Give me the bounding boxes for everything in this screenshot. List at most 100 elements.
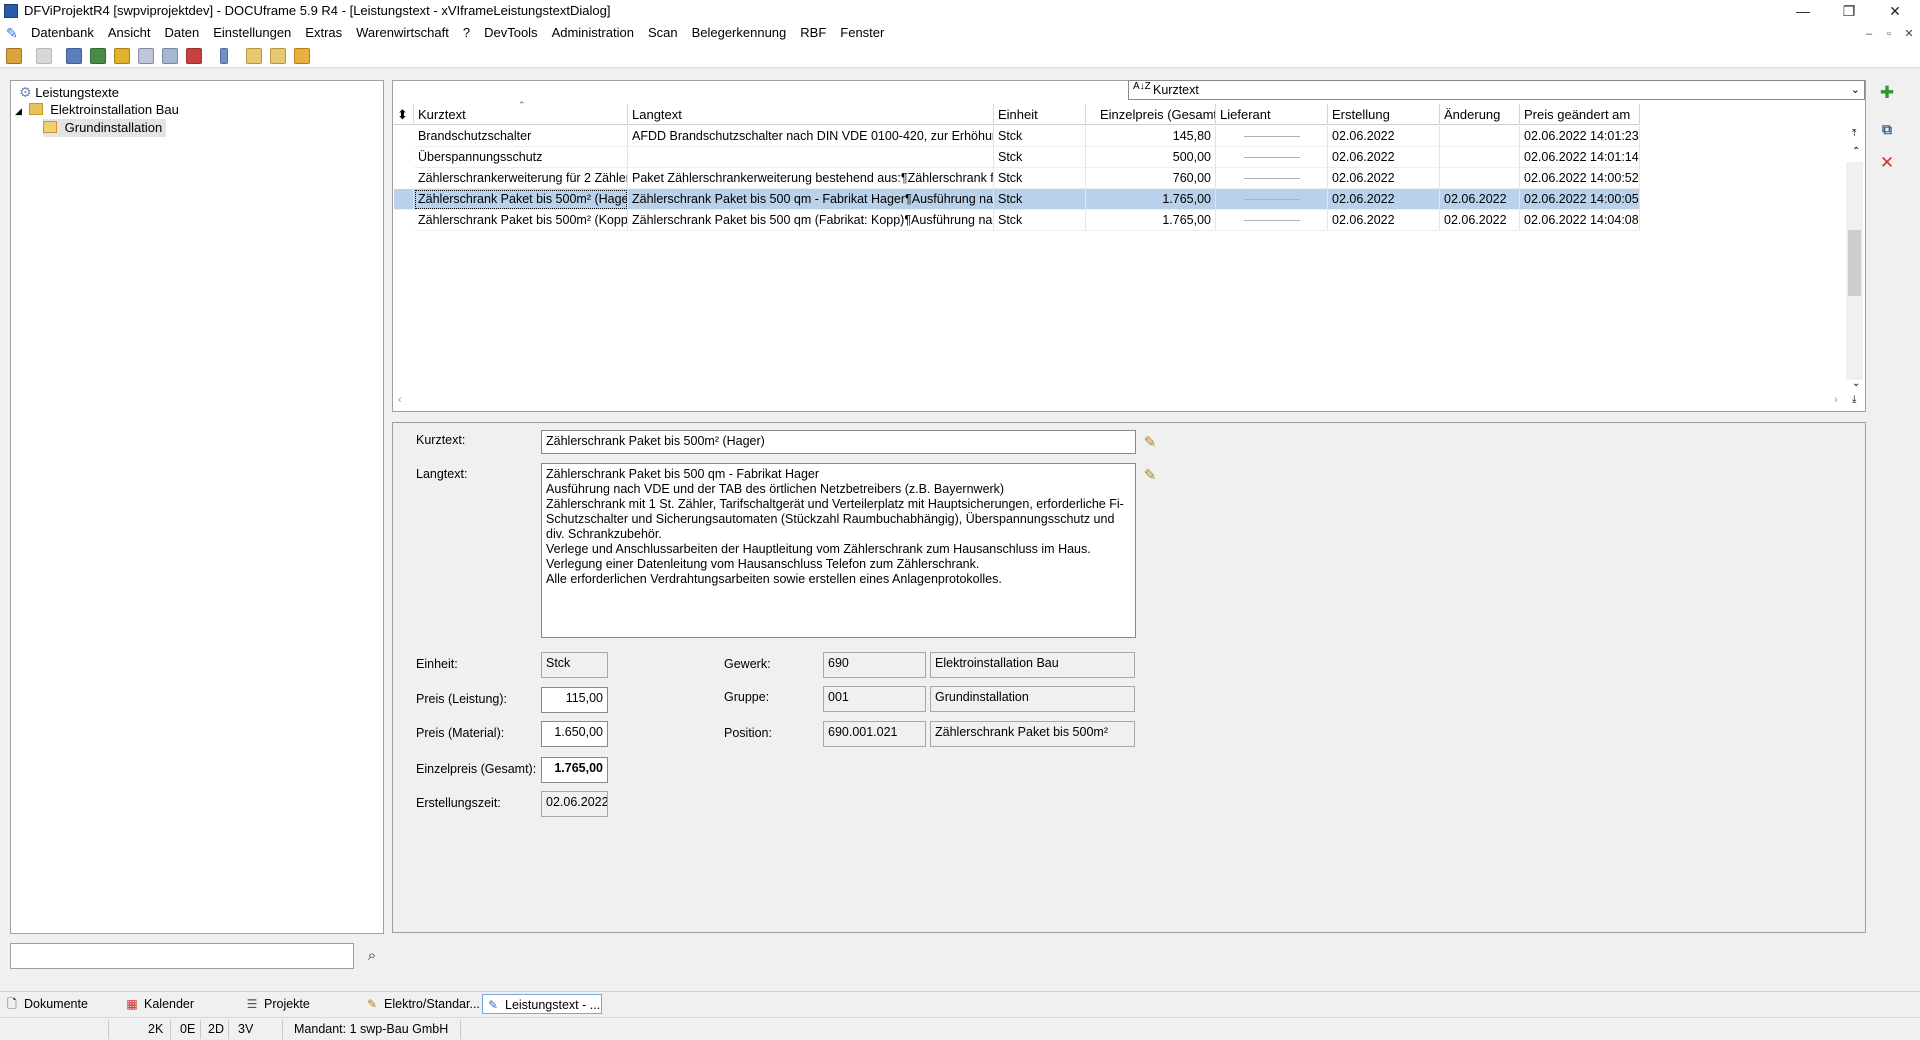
mdi-close-button[interactable]: ✕	[1900, 26, 1918, 42]
edit-kurztext-icon[interactable]: ✎	[1141, 434, 1159, 452]
cell-langtext[interactable]: Zählerschrank Paket bis 500 qm (Fabrikat…	[628, 210, 994, 231]
card-icon[interactable]	[66, 48, 82, 64]
vertical-scrollbar[interactable]	[1846, 162, 1863, 380]
cell-einheit[interactable]: Stck	[994, 189, 1086, 210]
phone-icon[interactable]	[220, 48, 228, 64]
cell-lieferant[interactable]	[1216, 189, 1328, 210]
langtext-field[interactable]: Zählerschrank Paket bis 500 qm - Fabrika…	[541, 463, 1136, 638]
cell-erstellung[interactable]: 02.06.2022	[1328, 126, 1440, 147]
cell-einzelpreis[interactable]: 145,80	[1086, 126, 1216, 147]
cell-erstellung[interactable]: 02.06.2022	[1328, 147, 1440, 168]
scroll-bottom-icon[interactable]: ⤓	[1852, 394, 1856, 405]
cell-lieferant[interactable]	[1216, 210, 1328, 231]
inbox-icon[interactable]	[270, 48, 286, 64]
column-header-einzelpreis[interactable]: Einzelpreis (Gesamt)	[1086, 104, 1216, 125]
cell-einzelpreis[interactable]: 500,00	[1086, 147, 1216, 168]
cell-kurztext[interactable]: Zählerschrank Paket bis 500m² (Kopp)	[414, 210, 628, 231]
print-icon[interactable]	[36, 48, 52, 64]
cell-preis-geaendert[interactable]: 02.06.2022 14:00:52	[1520, 168, 1640, 189]
delete-icon[interactable]: ✕	[1878, 154, 1896, 172]
cell-lieferant[interactable]	[1216, 126, 1328, 147]
cell-aenderung[interactable]	[1440, 126, 1520, 147]
einzelpreis-field[interactable]: 1.765,00	[541, 757, 608, 783]
cell-preis-geaendert[interactable]: 02.06.2022 14:01:14	[1520, 147, 1640, 168]
tab-kalender[interactable]: ▦ Kalender	[122, 994, 232, 1014]
kurztext-field[interactable]: Zählerschrank Paket bis 500m² (Hager)	[541, 430, 1136, 454]
menu-scan[interactable]: Scan	[641, 24, 685, 41]
scroll-right-icon[interactable]: ›	[1834, 394, 1838, 406]
mdi-restore-button[interactable]: ▫	[1880, 26, 1898, 42]
tree-node-leistungstexte[interactable]: ⚙ Leistungstexte	[19, 83, 119, 101]
tree-node-grundinstallation[interactable]: Grundinstallation	[43, 119, 167, 137]
menu-help[interactable]: ?	[456, 24, 477, 41]
app-menu-icon[interactable]: ✎	[6, 25, 22, 41]
cell-aenderung[interactable]	[1440, 168, 1520, 189]
cell-preis-geaendert[interactable]: 02.06.2022 14:00:05	[1520, 189, 1640, 210]
column-header-einheit[interactable]: Einheit	[994, 104, 1086, 125]
erstellungszeit-field[interactable]: 02.06.2022	[541, 791, 608, 817]
cell-einzelpreis[interactable]: 1.765,00	[1086, 189, 1216, 210]
menu-warenwirtschaft[interactable]: Warenwirtschaft	[349, 24, 456, 41]
column-chooser-icon[interactable]: ⬍	[394, 104, 414, 125]
cell-erstellung[interactable]: 02.06.2022	[1328, 210, 1440, 231]
mdi-minimize-button[interactable]: –	[1860, 26, 1878, 42]
column-header-preis-geaendert[interactable]: Preis geändert am	[1520, 104, 1640, 125]
preis-material-field[interactable]: 1.650,00	[541, 721, 608, 747]
tab-projekte[interactable]: ☰ Projekte	[242, 994, 352, 1014]
scroll-down-icon[interactable]: ⌄	[1852, 378, 1860, 389]
cell-erstellung[interactable]: 02.06.2022	[1328, 189, 1440, 210]
tree-node-elektroinstallation[interactable]: ◢ Elektroinstallation Bau	[15, 101, 179, 119]
cell-preis-geaendert[interactable]: 02.06.2022 14:04:08	[1520, 210, 1640, 231]
cell-kurztext[interactable]: Zählerschrank Paket bis 500m² (Hager)	[414, 189, 628, 210]
cell-aenderung[interactable]: 02.06.2022	[1440, 189, 1520, 210]
export-icon[interactable]	[294, 48, 310, 64]
tree-search-input[interactable]	[10, 943, 354, 969]
edit-langtext-icon[interactable]: ✎	[1141, 467, 1159, 485]
add-icon[interactable]: ✚	[1878, 84, 1896, 102]
column-header-aenderung[interactable]: Änderung	[1440, 104, 1520, 125]
position-name-field[interactable]: Zählerschrank Paket bis 500m²	[930, 721, 1135, 747]
cell-einheit[interactable]: Stck	[994, 168, 1086, 189]
menu-extras[interactable]: Extras	[298, 24, 349, 41]
cell-kurztext[interactable]: Überspannungsschutz	[414, 147, 628, 168]
cell-einheit[interactable]: Stck	[994, 147, 1086, 168]
column-header-erstellung[interactable]: Erstellung	[1328, 104, 1440, 125]
cell-langtext[interactable]: Zählerschrank Paket bis 500 qm - Fabrika…	[628, 189, 994, 210]
cell-einzelpreis[interactable]: 1.765,00	[1086, 210, 1216, 231]
cell-kurztext[interactable]: Zählerschrankerweiterung für 2 Zähler ur	[414, 168, 628, 189]
cell-einheit[interactable]: Stck	[994, 210, 1086, 231]
calendar-icon[interactable]	[186, 48, 202, 64]
menu-ansicht[interactable]: Ansicht	[101, 24, 158, 41]
column-header-langtext[interactable]: Langtext	[628, 104, 994, 125]
scroll-up-icon[interactable]: ⌃	[1852, 146, 1860, 157]
maximize-button[interactable]: ❐	[1826, 0, 1872, 22]
menu-datenbank[interactable]: Datenbank	[24, 24, 101, 41]
gewerk-number-field[interactable]: 690	[823, 652, 926, 678]
column-header-lieferant[interactable]: Lieferant	[1216, 104, 1328, 125]
copy-icon[interactable]: ⧉	[1878, 120, 1896, 138]
cell-aenderung[interactable]: 02.06.2022	[1440, 210, 1520, 231]
cell-einheit[interactable]: Stck	[994, 126, 1086, 147]
gewerk-name-field[interactable]: Elektroinstallation Bau	[930, 652, 1135, 678]
cell-erstellung[interactable]: 02.06.2022	[1328, 168, 1440, 189]
menu-einstellungen[interactable]: Einstellungen	[206, 24, 298, 41]
copy-icon[interactable]	[162, 48, 178, 64]
scroll-left-icon[interactable]: ‹	[398, 394, 402, 406]
new-folder-icon[interactable]	[246, 48, 262, 64]
cell-aenderung[interactable]	[1440, 147, 1520, 168]
menu-administration[interactable]: Administration	[545, 24, 641, 41]
cell-einzelpreis[interactable]: 760,00	[1086, 168, 1216, 189]
menu-daten[interactable]: Daten	[158, 24, 207, 41]
cell-langtext[interactable]: Paket Zählerschrankerweiterung bestehend…	[628, 168, 994, 189]
minimize-button[interactable]: —	[1780, 0, 1826, 22]
cell-langtext[interactable]	[628, 147, 994, 168]
menu-belegerkennung[interactable]: Belegerkennung	[685, 24, 794, 41]
gruppe-name-field[interactable]: Grundinstallation	[930, 686, 1135, 712]
collapse-icon[interactable]: ◢	[15, 102, 25, 120]
tab-dokumente[interactable]: 🗋 Dokumente	[2, 994, 120, 1014]
menu-rbf[interactable]: RBF	[793, 24, 833, 41]
tab-elektro-standard[interactable]: ✎ Elektro/Standar...	[362, 994, 480, 1014]
cell-preis-geaendert[interactable]: 02.06.2022 14:01:23	[1520, 126, 1640, 147]
list-icon[interactable]	[90, 48, 106, 64]
cell-lieferant[interactable]	[1216, 147, 1328, 168]
